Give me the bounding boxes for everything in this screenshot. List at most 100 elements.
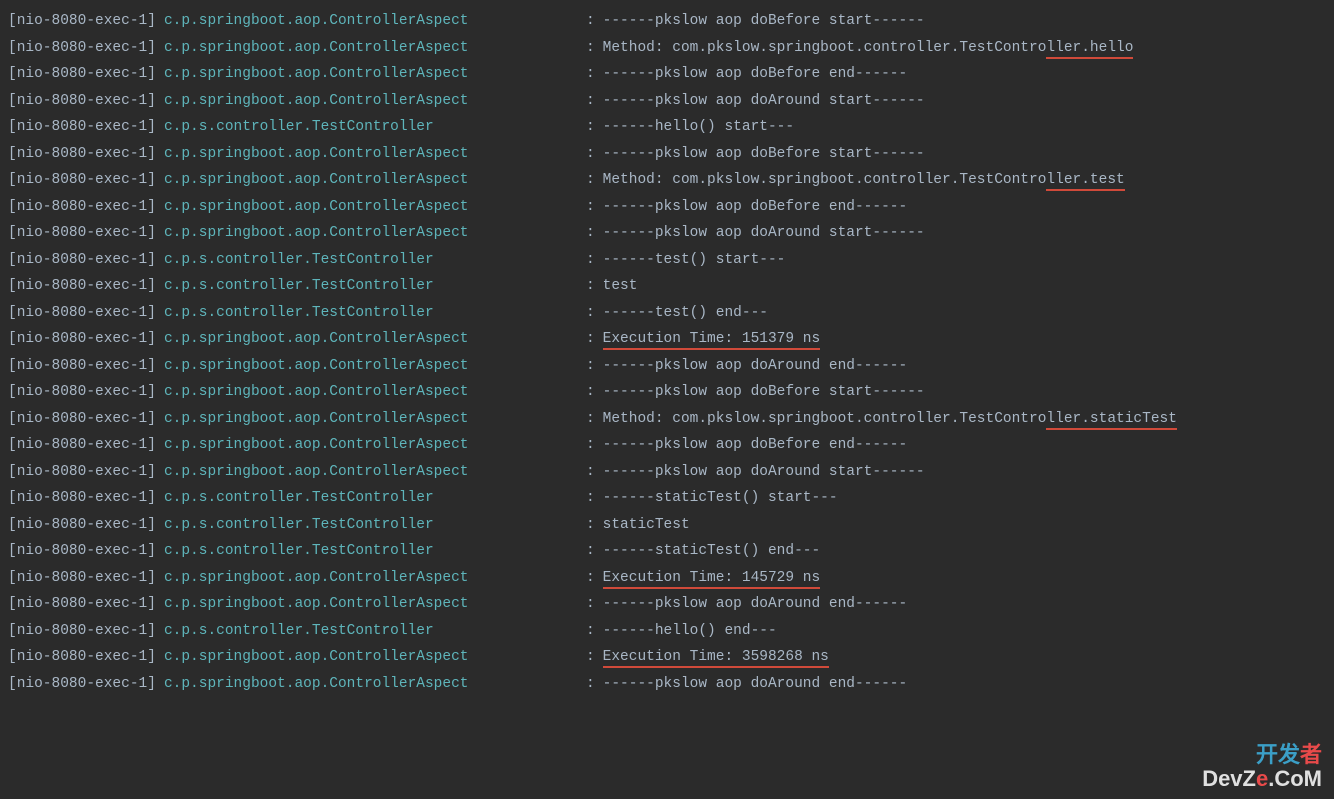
separator: : xyxy=(586,644,595,671)
thread-name: [nio-8080-exec-1] xyxy=(8,459,156,486)
log-message: ------pkslow aop doBefore end------ xyxy=(595,61,908,88)
thread-name: [nio-8080-exec-1] xyxy=(8,8,156,35)
log-message: test xyxy=(595,273,638,300)
separator: : xyxy=(586,326,595,353)
thread-name: [nio-8080-exec-1] xyxy=(8,485,156,512)
separator: : xyxy=(586,432,595,459)
log-line: [nio-8080-exec-1]c.p.springboot.aop.Cont… xyxy=(0,167,1334,194)
log-line: [nio-8080-exec-1]c.p.s.controller.TestCo… xyxy=(0,300,1334,327)
highlighted-text: ller.staticTest xyxy=(1046,411,1177,430)
separator: : xyxy=(586,167,595,194)
thread-name: [nio-8080-exec-1] xyxy=(8,326,156,353)
thread-name: [nio-8080-exec-1] xyxy=(8,167,156,194)
logger-name: c.p.springboot.aop.ControllerAspect xyxy=(156,565,586,592)
log-line: [nio-8080-exec-1]c.p.s.controller.TestCo… xyxy=(0,512,1334,539)
log-message: Method: com.pkslow.springboot.controller… xyxy=(595,35,1134,62)
highlighted-text: ller.hello xyxy=(1046,40,1133,59)
log-line: [nio-8080-exec-1]c.p.s.controller.TestCo… xyxy=(0,114,1334,141)
watermark-bottom-line: DevZe.CoM xyxy=(1202,767,1322,791)
highlighted-text: Execution Time: 151379 ns xyxy=(603,331,821,350)
log-message: Execution Time: 145729 ns xyxy=(595,565,821,592)
log-output: [nio-8080-exec-1]c.p.springboot.aop.Cont… xyxy=(0,8,1334,697)
watermark-text: 开发 xyxy=(1256,742,1300,767)
watermark-text: DevZ xyxy=(1202,766,1256,791)
log-message: ------pkslow aop doBefore end------ xyxy=(595,432,908,459)
logger-name: c.p.springboot.aop.ControllerAspect xyxy=(156,671,586,698)
log-line: [nio-8080-exec-1]c.p.springboot.aop.Cont… xyxy=(0,326,1334,353)
watermark-top-line: 开发者 xyxy=(1202,743,1322,767)
watermark-text: .CoM xyxy=(1268,766,1322,791)
logger-name: c.p.s.controller.TestController xyxy=(156,273,586,300)
log-message: staticTest xyxy=(595,512,690,539)
logger-name: c.p.s.controller.TestController xyxy=(156,512,586,539)
logger-name: c.p.springboot.aop.ControllerAspect xyxy=(156,88,586,115)
separator: : xyxy=(586,406,595,433)
log-message: ------pkslow aop doAround end------ xyxy=(595,591,908,618)
logger-name: c.p.springboot.aop.ControllerAspect xyxy=(156,644,586,671)
logger-name: c.p.springboot.aop.ControllerAspect xyxy=(156,406,586,433)
separator: : xyxy=(586,141,595,168)
separator: : xyxy=(586,512,595,539)
highlighted-text: Execution Time: 145729 ns xyxy=(603,570,821,589)
log-message: ------pkslow aop doBefore start------ xyxy=(595,8,925,35)
thread-name: [nio-8080-exec-1] xyxy=(8,379,156,406)
log-message: ------pkslow aop doAround start------ xyxy=(595,459,925,486)
thread-name: [nio-8080-exec-1] xyxy=(8,194,156,221)
logger-name: c.p.springboot.aop.ControllerAspect xyxy=(156,326,586,353)
log-line: [nio-8080-exec-1]c.p.springboot.aop.Cont… xyxy=(0,591,1334,618)
log-line: [nio-8080-exec-1]c.p.s.controller.TestCo… xyxy=(0,538,1334,565)
log-message: Execution Time: 3598268 ns xyxy=(595,644,829,671)
log-line: [nio-8080-exec-1]c.p.springboot.aop.Cont… xyxy=(0,432,1334,459)
thread-name: [nio-8080-exec-1] xyxy=(8,353,156,380)
thread-name: [nio-8080-exec-1] xyxy=(8,618,156,645)
thread-name: [nio-8080-exec-1] xyxy=(8,671,156,698)
separator: : xyxy=(586,220,595,247)
log-line: [nio-8080-exec-1]c.p.springboot.aop.Cont… xyxy=(0,88,1334,115)
log-line: [nio-8080-exec-1]c.p.springboot.aop.Cont… xyxy=(0,644,1334,671)
watermark-text-accent: e xyxy=(1256,766,1268,791)
separator: : xyxy=(586,35,595,62)
thread-name: [nio-8080-exec-1] xyxy=(8,35,156,62)
separator: : xyxy=(586,379,595,406)
log-message: Method: com.pkslow.springboot.controller… xyxy=(595,167,1125,194)
separator: : xyxy=(586,671,595,698)
thread-name: [nio-8080-exec-1] xyxy=(8,644,156,671)
separator: : xyxy=(586,194,595,221)
thread-name: [nio-8080-exec-1] xyxy=(8,432,156,459)
log-message: ------staticTest() start--- xyxy=(595,485,838,512)
log-message-prefix: Method: com.pkslow.springboot.controller… xyxy=(603,411,1047,427)
logger-name: c.p.springboot.aop.ControllerAspect xyxy=(156,591,586,618)
separator: : xyxy=(586,61,595,88)
separator: : xyxy=(586,591,595,618)
separator: : xyxy=(586,247,595,274)
log-message: ------test() end--- xyxy=(595,300,768,327)
thread-name: [nio-8080-exec-1] xyxy=(8,88,156,115)
log-message: Execution Time: 151379 ns xyxy=(595,326,821,353)
log-line: [nio-8080-exec-1]c.p.s.controller.TestCo… xyxy=(0,618,1334,645)
separator: : xyxy=(586,114,595,141)
separator: : xyxy=(586,485,595,512)
log-message: Method: com.pkslow.springboot.controller… xyxy=(595,406,1177,433)
log-message: ------pkslow aop doBefore start------ xyxy=(595,141,925,168)
thread-name: [nio-8080-exec-1] xyxy=(8,538,156,565)
log-line: [nio-8080-exec-1]c.p.s.controller.TestCo… xyxy=(0,273,1334,300)
thread-name: [nio-8080-exec-1] xyxy=(8,273,156,300)
logger-name: c.p.springboot.aop.ControllerAspect xyxy=(156,194,586,221)
logger-name: c.p.s.controller.TestController xyxy=(156,538,586,565)
separator: : xyxy=(586,88,595,115)
logger-name: c.p.springboot.aop.ControllerAspect xyxy=(156,35,586,62)
separator: : xyxy=(586,565,595,592)
log-message: ------pkslow aop doAround end------ xyxy=(595,353,908,380)
logger-name: c.p.springboot.aop.ControllerAspect xyxy=(156,8,586,35)
log-line: [nio-8080-exec-1]c.p.springboot.aop.Cont… xyxy=(0,61,1334,88)
highlighted-text: ller.test xyxy=(1046,172,1124,191)
log-line: [nio-8080-exec-1]c.p.springboot.aop.Cont… xyxy=(0,565,1334,592)
thread-name: [nio-8080-exec-1] xyxy=(8,406,156,433)
separator: : xyxy=(586,8,595,35)
thread-name: [nio-8080-exec-1] xyxy=(8,247,156,274)
log-line: [nio-8080-exec-1]c.p.springboot.aop.Cont… xyxy=(0,379,1334,406)
log-message: ------hello() end--- xyxy=(595,618,777,645)
log-line: [nio-8080-exec-1]c.p.springboot.aop.Cont… xyxy=(0,141,1334,168)
logger-name: c.p.springboot.aop.ControllerAspect xyxy=(156,220,586,247)
watermark-logo: 开发者 DevZe.CoM xyxy=(1202,743,1322,791)
